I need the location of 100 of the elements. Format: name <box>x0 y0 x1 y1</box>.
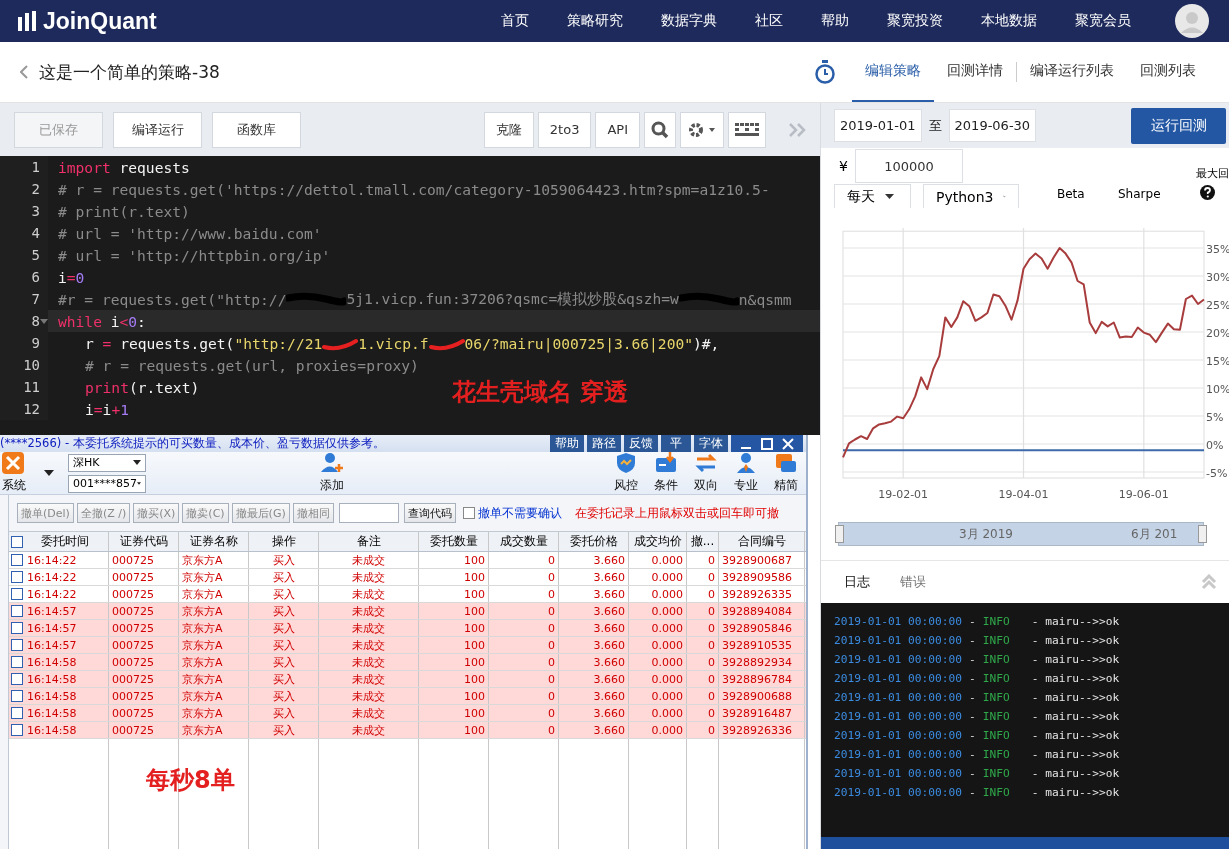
checkbox-label[interactable]: 撤单不需要确认 <box>477 505 562 521</box>
title-bar-button[interactable]: 帮助 <box>550 435 584 452</box>
title-bar-button[interactable]: 反馈 <box>624 435 658 452</box>
nav-link[interactable]: 策略研究 <box>567 12 623 30</box>
order-row[interactable]: 16:14:58 000725 京东方A 买入 未成交 100 0 3.660 0.000 0 3928900688 <box>9 688 806 705</box>
toolbar-button[interactable]: API <box>595 111 640 148</box>
toolbar-button[interactable]: 2to3 <box>537 111 592 148</box>
nav-link[interactable]: 本地数据 <box>981 12 1037 30</box>
header-tab[interactable]: 回测详情 <box>934 42 1016 102</box>
language-select[interactable]: Python3 <box>923 184 1019 208</box>
code-text: #r = requests.get("http:// <box>58 290 287 308</box>
tools-icon[interactable] <box>2 452 24 474</box>
row-checkbox[interactable] <box>11 673 23 685</box>
log-tab[interactable]: 错误 <box>900 573 926 591</box>
column-header[interactable]: 证券代码 <box>109 532 179 551</box>
settings-button[interactable] <box>680 111 724 148</box>
column-header[interactable]: 证券名称 <box>179 532 249 551</box>
avatar-icon[interactable] <box>1175 4 1209 38</box>
column-header[interactable]: 合同编号 <box>719 532 805 551</box>
column-header[interactable]: 成交均价 <box>629 532 687 551</box>
query-code-button[interactable]: 查询代码 <box>403 503 456 523</box>
order-row[interactable]: 16:14:57 000725 京东方A 买入 未成交 100 0 3.660 0.000 0 3928894084 <box>9 603 806 620</box>
column-header[interactable]: 委托价格 <box>559 532 629 551</box>
log-text: - <box>969 748 976 763</box>
range-handle[interactable] <box>835 525 844 543</box>
row-checkbox[interactable] <box>11 622 23 634</box>
order-row[interactable]: 16:14:22 000725 京东方A 买入 未成交 100 0 3.660 0.000 0 3928909586 <box>9 569 806 586</box>
run-backtest-button[interactable]: 运行回测 <box>1131 107 1226 144</box>
title-bar-button[interactable]: 路径 <box>587 435 621 452</box>
checkbox[interactable] <box>462 507 475 519</box>
row-checkbox[interactable] <box>11 571 23 583</box>
help-icon[interactable] <box>1200 185 1215 200</box>
nav-link[interactable]: 社区 <box>755 12 783 30</box>
order-row[interactable]: 16:14:58 000725 京东方A 买入 未成交 100 0 3.660 0.000 0 3928926336 <box>9 722 806 739</box>
maximize-icon[interactable] <box>761 437 773 450</box>
start-date-field[interactable]: 2019-01-01 <box>834 109 922 142</box>
select-all-checkbox[interactable] <box>11 535 23 548</box>
toolbar-button[interactable]: 专业 <box>726 452 766 494</box>
code-input[interactable] <box>338 503 399 523</box>
market-select[interactable]: 深HK <box>68 453 146 472</box>
caret-icon[interactable] <box>44 470 54 476</box>
toolbar-button[interactable]: 双向 <box>686 452 726 494</box>
toolbar-button[interactable]: 克隆 <box>483 111 534 148</box>
column-header[interactable]: 委托数量 <box>419 532 489 551</box>
log-tab[interactable]: 日志 <box>844 573 870 591</box>
column-header[interactable]: 操作 <box>249 532 319 551</box>
capital-field[interactable]: 100000 <box>855 149 963 183</box>
header-tab[interactable]: 回测列表 <box>1127 42 1209 102</box>
logo-text[interactable]: JoinQuant <box>43 7 157 35</box>
title-bar-button[interactable]: 平 <box>661 435 691 452</box>
code-editor[interactable] <box>0 156 820 435</box>
code-text: i <box>109 312 120 330</box>
toolbar-button[interactable]: 编译运行 <box>113 111 202 148</box>
order-row[interactable]: 16:14:57 000725 京东方A 买入 未成交 100 0 3.660 0.000 0 3928905846 <box>9 620 806 637</box>
row-checkbox[interactable] <box>11 639 23 651</box>
order-row[interactable]: 16:14:57 000725 京东方A 买入 未成交 100 0 3.660 0.000 0 3928910535 <box>9 637 806 654</box>
toolbar-button[interactable]: 风控 <box>606 452 646 494</box>
row-checkbox[interactable] <box>11 690 23 702</box>
row-checkbox[interactable] <box>11 588 23 600</box>
table-cell: 0 <box>687 586 719 602</box>
add-button[interactable]: 添加 <box>312 452 352 494</box>
code-text: requests.get( <box>119 334 235 352</box>
row-checkbox[interactable] <box>11 554 23 566</box>
keyboard-button[interactable] <box>728 111 766 148</box>
title-bar-button[interactable]: 字体 <box>694 435 728 452</box>
row-checkbox[interactable] <box>11 707 23 719</box>
account-select[interactable]: 001****857 <box>68 474 146 493</box>
toolbar-button[interactable]: 精简 <box>766 452 806 494</box>
close-icon[interactable] <box>782 437 794 450</box>
toolbar-button[interactable]: 函数库 <box>212 111 301 148</box>
stopwatch-icon[interactable] <box>814 60 836 84</box>
column-header[interactable]: 备注 <box>319 532 419 551</box>
order-row[interactable]: 16:14:22 000725 京东方A 买入 未成交 100 0 3.660 0.000 0 3928900687 <box>9 552 806 569</box>
order-row[interactable]: 16:14:58 000725 京东方A 买入 未成交 100 0 3.660 0.000 0 3928892934 <box>9 654 806 671</box>
nav-link[interactable]: 聚宽会员 <box>1075 12 1131 30</box>
nav-link[interactable]: 首页 <box>501 12 529 30</box>
system-menu-label[interactable]: 系统 <box>2 477 26 494</box>
nav-link[interactable]: 帮助 <box>821 12 849 30</box>
log-text: - <box>969 672 976 687</box>
nav-link[interactable]: 数据字典 <box>661 12 717 30</box>
fold-caret-icon[interactable] <box>40 319 48 325</box>
window-controls[interactable] <box>731 435 803 452</box>
row-checkbox[interactable] <box>11 605 23 617</box>
search-button[interactable] <box>644 111 676 148</box>
range-navigator[interactable]: 3月 2019 6月 201 <box>838 522 1204 546</box>
column-header[interactable]: 成交数量 <box>489 532 559 551</box>
toolbar-button[interactable]: 条件 <box>646 452 686 494</box>
frequency-select[interactable]: 每天 <box>834 184 911 208</box>
row-checkbox[interactable] <box>11 724 23 736</box>
back-icon[interactable] <box>20 65 28 79</box>
nav-link[interactable]: 聚宽投资 <box>887 12 943 30</box>
end-date-field[interactable]: 2019-06-30 <box>948 109 1037 142</box>
header-tab[interactable]: 编译运行列表 <box>1017 42 1127 102</box>
table-cell: 0 <box>687 654 719 670</box>
range-handle[interactable] <box>1198 525 1207 543</box>
order-row[interactable]: 16:14:58 000725 京东方A 买入 未成交 100 0 3.660 0.000 0 3928896784 <box>9 671 806 688</box>
row-checkbox[interactable] <box>11 656 23 668</box>
column-header[interactable]: 委托时间 <box>41 533 89 550</box>
order-row[interactable]: 16:14:58 000725 京东方A 买入 未成交 100 0 3.660 0.000 0 3928916487 <box>9 705 806 722</box>
column-header[interactable]: 撤... <box>687 532 719 551</box>
